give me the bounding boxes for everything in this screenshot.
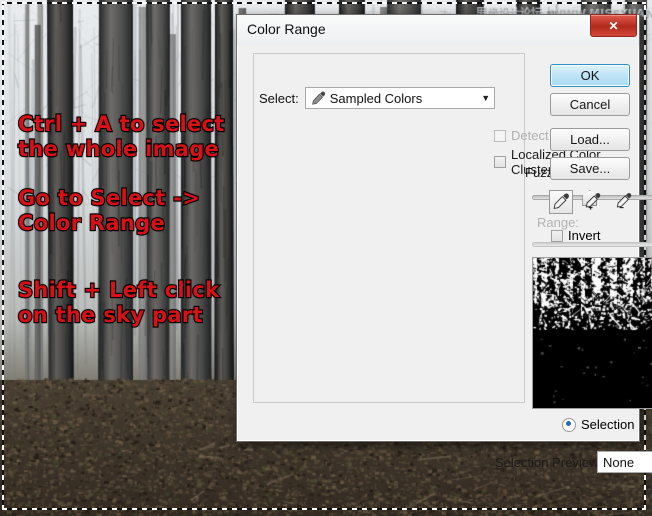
dialog-titlebar[interactable]: Color Range ✕ — [237, 14, 639, 45]
cancel-button[interactable]: Cancel — [550, 93, 630, 116]
radio-selection-label: Selection — [581, 417, 635, 432]
invert-label: Invert — [568, 228, 601, 243]
save-button[interactable]: Save... — [550, 157, 630, 180]
select-value: Sampled Colors — [329, 90, 423, 106]
eyedropper-subtract-glyph — [616, 193, 632, 209]
eyedropper-icon[interactable] — [549, 190, 573, 214]
ok-button[interactable]: OK — [550, 64, 630, 87]
selection-preview-dropdown[interactable]: None ▼ — [597, 451, 652, 473]
dialog-title: Color Range — [247, 21, 326, 37]
select-label: Select: — [259, 90, 299, 106]
radio-button — [562, 417, 576, 432]
screenshot-stage: Ctrl + A to select the whole image Go to… — [0, 0, 652, 516]
eyedropper-tool-row — [549, 190, 635, 214]
preview-mode-radio-group: Selection Image — [562, 417, 652, 432]
selection-preview-value: None — [603, 454, 635, 470]
checkbox-box — [494, 129, 506, 142]
select-row: Select: Sampled Colors ▼ — [259, 87, 495, 109]
annotation-shift-click: Shift + Left click on the sky part — [17, 277, 220, 328]
selection-preview-thumbnail[interactable] — [532, 257, 652, 409]
annotation-color-range: Go to Select -> Color Range — [17, 185, 201, 236]
eyedropper-glyph — [553, 193, 569, 209]
eyedropper-add-glyph — [585, 193, 601, 210]
load-button[interactable]: Load... — [550, 128, 630, 151]
chevron-down-icon: ▼ — [481, 93, 491, 103]
eyedropper-subtract-icon[interactable] — [611, 190, 635, 214]
checkbox-box — [494, 156, 506, 168]
eyedropper-icon — [311, 91, 325, 105]
selection-preview-label: Selection Preview: — [495, 455, 602, 470]
annotation-ctrl-a: Ctrl + A to select the whole image — [17, 111, 226, 162]
select-dropdown[interactable]: Sampled Colors ▼ — [304, 87, 495, 109]
checkbox-box — [551, 229, 563, 242]
radio-selection[interactable]: Selection — [562, 417, 634, 432]
eyedropper-add-icon[interactable] — [580, 190, 604, 214]
close-button[interactable]: ✕ — [590, 14, 637, 37]
invert-checkbox[interactable]: Invert — [551, 228, 601, 243]
preview-mask-canvas — [533, 258, 652, 408]
